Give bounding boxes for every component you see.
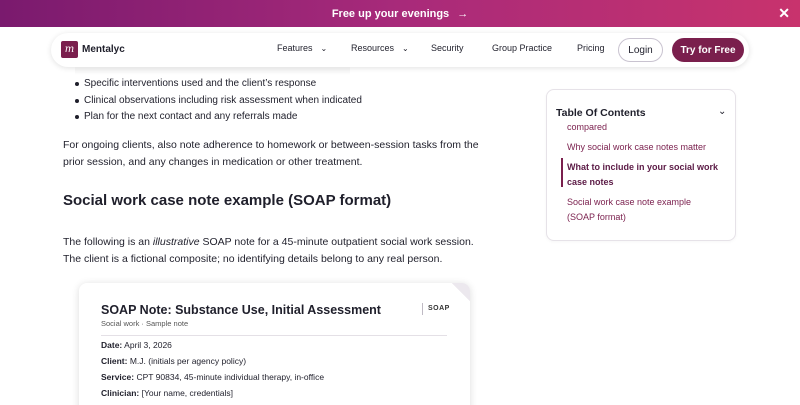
promo-text[interactable]: Free up your evenings <box>332 8 449 20</box>
page-fold-corner <box>452 283 470 301</box>
field-label: Client: <box>101 356 128 366</box>
field-label: Date: <box>101 340 123 350</box>
toc-item[interactable]: compared <box>567 120 607 135</box>
chevron-down-icon: ⌄ <box>320 43 328 53</box>
login-button[interactable]: Login <box>618 38 663 62</box>
field-client: Client: M.J. (initials per agency policy… <box>101 356 246 366</box>
paragraph-text: The following is an <box>63 236 153 248</box>
field-label: Service: <box>101 372 135 382</box>
toc-title: Table Of Contents <box>556 107 646 119</box>
nav-item-resources[interactable]: Resources ⌄ <box>351 43 409 53</box>
toc-item[interactable]: Why social work case notes matter <box>567 140 727 155</box>
field-value: [Your name, credentials] <box>141 388 233 398</box>
paragraph-intro-soap: The following is an illustrative SOAP no… <box>63 234 493 268</box>
logo-mark-icon: m <box>61 41 78 58</box>
scroll-shadow <box>75 67 350 75</box>
emphasis-text: illustrative <box>152 236 200 248</box>
bullet-list: Specific interventions used and the clie… <box>75 76 362 126</box>
soap-note-card: SOAP Note: Substance Use, Initial Assess… <box>79 283 470 405</box>
chevron-down-icon: ⌄ <box>402 43 409 53</box>
brand-name: Mentalyc <box>82 44 125 55</box>
try-for-free-button[interactable]: Try for Free <box>672 38 744 62</box>
field-label: Clinician: <box>101 388 140 398</box>
field-value: M.J. (initials per agency policy) <box>129 356 247 366</box>
field-clinician: Clinician: [Your name, credentials] <box>101 388 233 398</box>
paragraph-ongoing-clients: For ongoing clients, also note adherence… <box>63 139 479 168</box>
chevron-down-icon[interactable]: ⌄ <box>718 106 726 117</box>
nav-item-label: Pricing <box>577 43 605 53</box>
field-value: April 3, 2026 <box>124 340 172 350</box>
card-title: SOAP Note: Substance Use, Initial Assess… <box>101 303 381 317</box>
list-item: Clinical observations including risk ass… <box>75 93 362 110</box>
field-service: Service: CPT 90834, 45-minute individual… <box>101 372 324 382</box>
nav-item-pricing[interactable]: Pricing <box>577 43 605 53</box>
logo[interactable]: m Mentalyc <box>61 41 125 58</box>
toc-active-indicator <box>561 158 563 187</box>
nav-item-label: Group Practice <box>492 43 553 53</box>
nav-item-label: Features <box>277 43 313 53</box>
nav-item-label: Security <box>431 43 464 53</box>
divider <box>101 335 447 336</box>
table-of-contents: Table Of Contents ⌄ compared Why social … <box>546 89 736 241</box>
list-item: Plan for the next contact and any referr… <box>75 109 362 126</box>
nav-item-security[interactable]: Security <box>431 43 464 53</box>
toc-item-active[interactable]: What to include in your social work case… <box>567 160 727 189</box>
section-heading: Social work case note example (SOAP form… <box>63 192 392 209</box>
nav-item-group-practice[interactable]: Group Practice <box>492 43 552 53</box>
toc-item[interactable]: Social work case note example (SOAP form… <box>567 195 717 224</box>
nav-item-features[interactable]: Features ⌄ <box>277 43 327 53</box>
card-subtitle: Social work · Sample note <box>101 319 189 328</box>
card-tag: SOAP <box>422 303 450 315</box>
field-value: CPT 90834, 45-minute individual therapy,… <box>136 372 325 382</box>
nav-item-label: Resources <box>351 43 395 53</box>
arrow-right-icon: → <box>457 7 469 20</box>
close-icon[interactable]: ✕ <box>778 4 790 22</box>
promo-banner[interactable]: Free up your evenings → ✕ <box>0 0 800 27</box>
top-nav: m Mentalyc Features ⌄ Resources ⌄ Securi… <box>51 33 749 67</box>
list-item: Specific interventions used and the clie… <box>75 76 362 93</box>
field-date: Date: April 3, 2026 <box>101 340 172 350</box>
